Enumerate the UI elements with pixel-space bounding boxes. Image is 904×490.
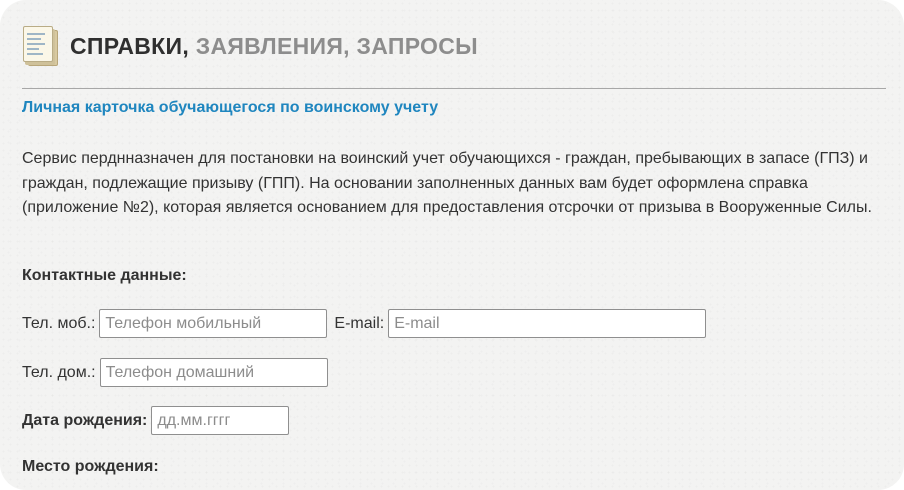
mobile-phone-label: Тел. моб.: xyxy=(22,314,96,332)
birth-date-input[interactable] xyxy=(151,406,290,435)
birth-place-label: Место рождения: xyxy=(22,458,159,475)
mobile-email-row: Тел. моб.: E-mail: xyxy=(22,309,707,338)
service-description: Сервис перднназначен для постановки на в… xyxy=(22,150,872,216)
email-input[interactable] xyxy=(388,309,707,338)
birth-date-label: Дата рождения: xyxy=(22,411,148,429)
email-label: E-mail: xyxy=(334,314,385,332)
page-title-muted: ЗАЯВЛЕНИЯ, ЗАПРОСЫ xyxy=(189,32,478,59)
page-title: СПРАВКИ, ЗАЯВЛЕНИЯ, ЗАПРОСЫ xyxy=(70,33,478,60)
home-phone-input[interactable] xyxy=(99,358,328,387)
home-phone-row: Тел. дом.: xyxy=(22,358,328,387)
contacts-section-label: Контактные данные: xyxy=(22,267,187,284)
page-header: СПРАВКИ, ЗАЯВЛЕНИЯ, ЗАПРОСЫ xyxy=(22,24,478,68)
birth-date-row: Дата рождения: xyxy=(22,406,290,435)
home-phone-label: Тел. дом.: xyxy=(22,363,96,381)
header-divider xyxy=(22,88,886,89)
document-stack-icon xyxy=(22,26,62,66)
page-title-strong: СПРАВКИ, xyxy=(70,32,190,59)
mobile-phone-input[interactable] xyxy=(99,309,328,338)
content-card: СПРАВКИ, ЗАЯВЛЕНИЯ, ЗАПРОСЫ Личная карто… xyxy=(0,0,904,490)
form-subtitle: Личная карточка обучающегося по воинском… xyxy=(22,99,439,116)
